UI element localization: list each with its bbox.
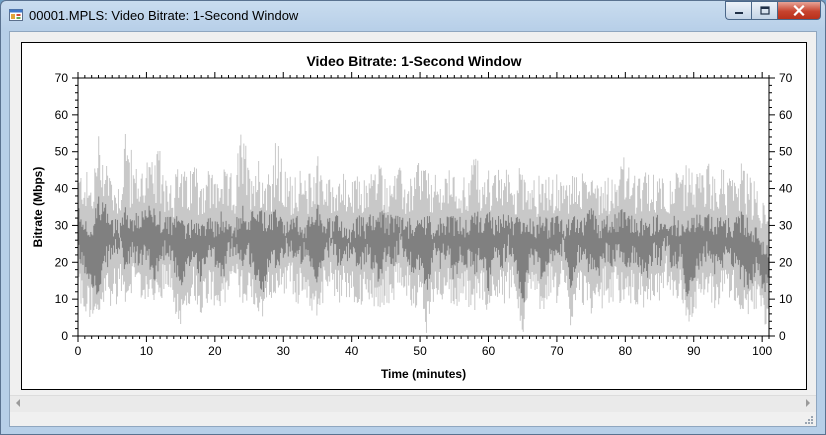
y-axis-label: Bitrate (Mbps) [31, 167, 45, 248]
y-tick-label-left: 20 [55, 255, 69, 269]
x-tick-label: 50 [413, 344, 427, 358]
bitrate-chart: 0 010 1020 2030 3040 4050 5060 6070 700 10 20 30 40 5… [31, 71, 793, 381]
x-tick-label: 60 [482, 344, 496, 358]
y-tick-label-left: 50 [55, 145, 69, 159]
window-title: 00001.MPLS: Video Bitrate: 1-Second Wind… [29, 8, 299, 23]
y-tick-label-left: 0 [61, 329, 68, 343]
x-axis-label: Time (minutes) [381, 367, 466, 381]
scroll-left-arrow-icon[interactable] [16, 399, 20, 407]
resize-grip-icon[interactable] [803, 414, 814, 425]
scroll-right-arrow-icon[interactable] [806, 399, 810, 407]
close-button[interactable] [777, 1, 821, 20]
y-tick-label-left: 60 [55, 108, 69, 122]
chart-frame: Video Bitrate: 1-Second Window 0 0 10 10 20 2… [21, 42, 807, 390]
y-tick-label-right: 70 [779, 71, 793, 85]
x-tick-label: 90 [687, 344, 701, 358]
y-tick-label-right: 40 [779, 182, 793, 196]
app-window-icon [9, 9, 23, 21]
y-tick-label-right: 0 [779, 329, 786, 343]
close-icon [793, 5, 805, 16]
status-bar [10, 412, 816, 426]
maximize-icon [759, 6, 770, 15]
horizontal-scrollbar[interactable] [10, 395, 816, 413]
minimize-button[interactable] [725, 1, 751, 20]
x-tick-label: 70 [550, 344, 564, 358]
x-tick-label: 20 [208, 344, 222, 358]
title-bar[interactable]: 00001.MPLS: Video Bitrate: 1-Second Wind… [1, 1, 825, 31]
y-tick-label-left: 70 [55, 71, 69, 85]
y-tick-label-left: 30 [55, 218, 69, 232]
minimize-icon [734, 11, 743, 14]
app-window: 00001.MPLS: Video Bitrate: 1-Second Wind… [0, 0, 826, 435]
x-tick-label: 40 [345, 344, 359, 358]
x-tick-label: 80 [619, 344, 633, 358]
caption-buttons [725, 1, 821, 20]
x-tick-label: 0 [75, 344, 82, 358]
y-tick-label-right: 10 [779, 292, 793, 306]
maximize-button[interactable] [751, 1, 777, 20]
y-tick-label-left: 10 [55, 292, 69, 306]
y-tick-label-right: 60 [779, 108, 793, 122]
y-tick-label-right: 20 [779, 255, 793, 269]
y-tick-label-left: 40 [55, 182, 69, 196]
x-tick-label: 10 [140, 344, 154, 358]
y-tick-label-right: 30 [779, 218, 793, 232]
x-tick-label: 100 [752, 344, 772, 358]
x-tick-label: 30 [277, 344, 291, 358]
client-area: Video Bitrate: 1-Second Window 0 0 10 10 20 2… [9, 31, 817, 427]
y-tick-label-right: 50 [779, 145, 793, 159]
